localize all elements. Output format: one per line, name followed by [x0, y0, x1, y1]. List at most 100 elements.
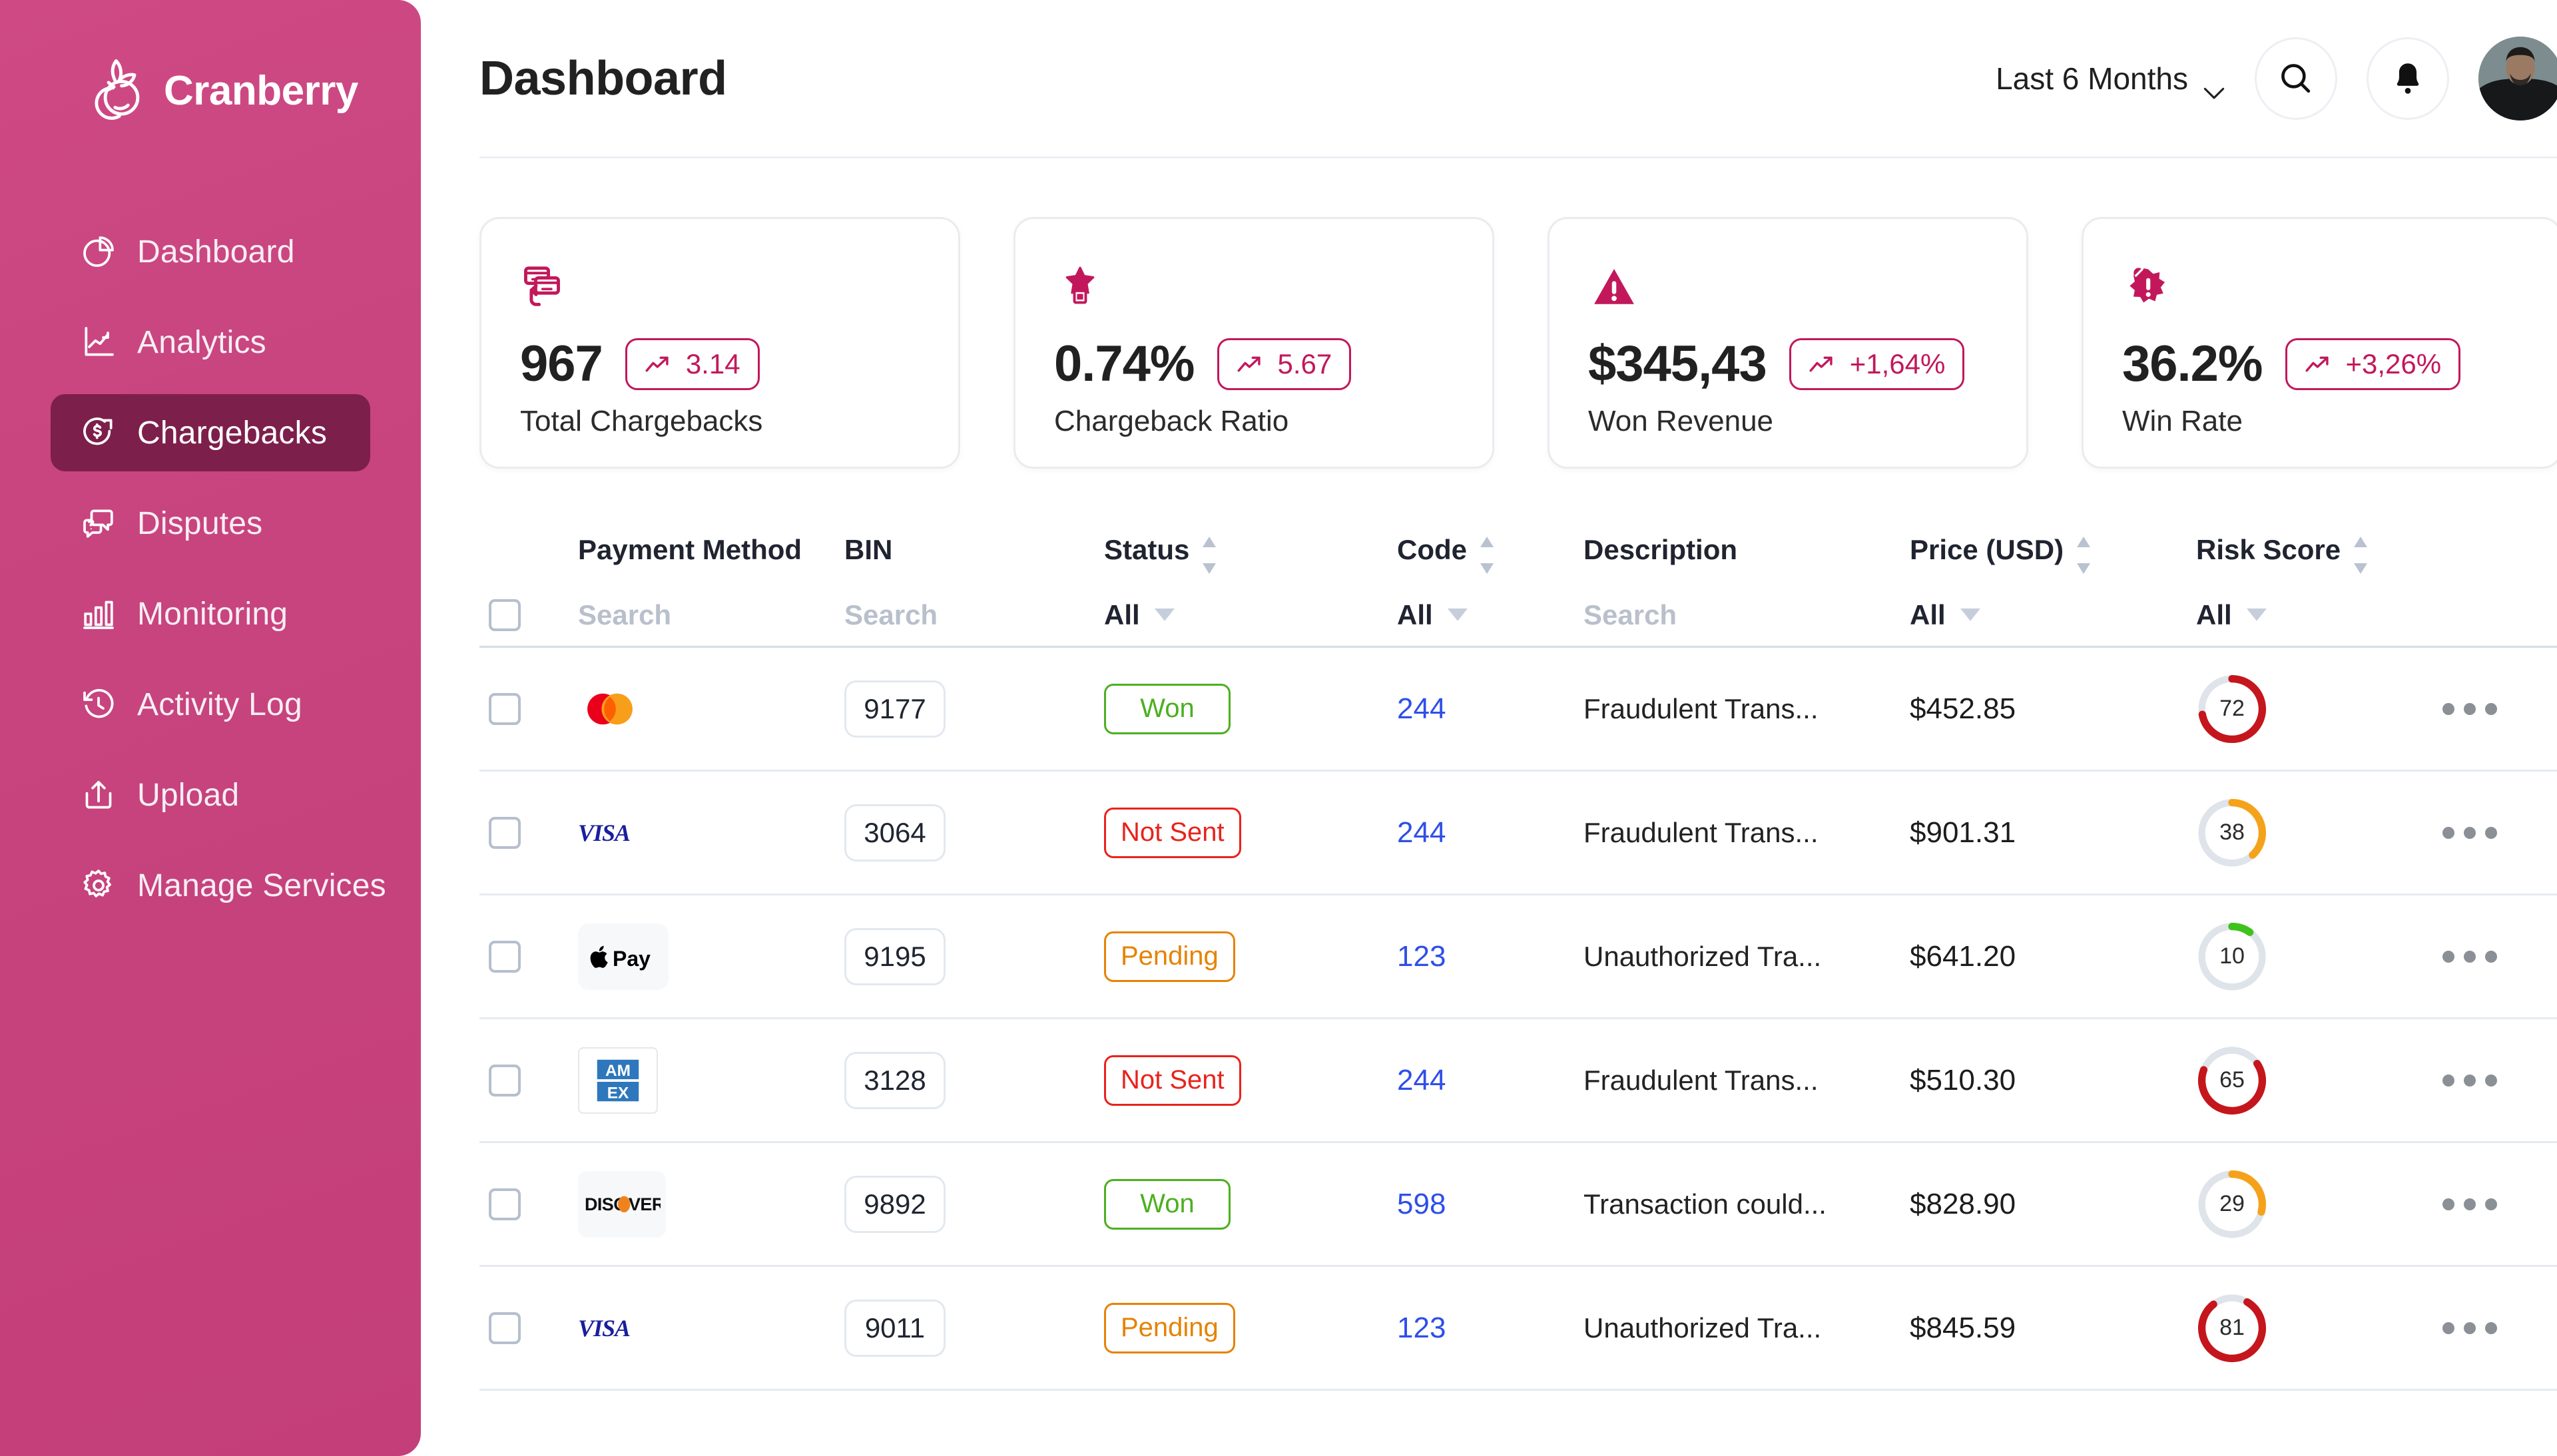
brand-logo[interactable]: Cranberry [0, 41, 421, 141]
bin-value: 9892 [844, 1176, 946, 1233]
sidebar-item-label: Dashboard [137, 234, 295, 270]
row-select-checkbox[interactable] [489, 693, 521, 725]
code-filter-value[interactable]: All [1397, 599, 1433, 631]
description-text: Unauthorized Tra... [1583, 1312, 1821, 1343]
sidebar-item-monitoring[interactable]: Monitoring [51, 575, 370, 652]
caret-down-icon[interactable] [1155, 608, 1175, 622]
sidebar-item-chargebacks[interactable]: Chargebacks [51, 394, 370, 471]
status-badge: Pending [1104, 1303, 1235, 1353]
caret-down-icon[interactable] [1960, 608, 1980, 622]
risk-score-gauge: 10 [2196, 921, 2268, 993]
description-text: Transaction could... [1583, 1188, 1827, 1220]
row-select-checkbox[interactable] [489, 941, 521, 973]
kpi-card-total-chargebacks: 967 3.14 Total Chargebacks [479, 217, 960, 469]
code-link[interactable]: 244 [1397, 816, 1446, 849]
table-row[interactable]: 9177 Won 244 Fraudulent Trans... $452.85… [479, 647, 2557, 771]
column-status: Status All [1104, 521, 1397, 646]
risk-filter-value[interactable]: All [2196, 599, 2232, 631]
sidebar-item-disputes[interactable]: Disputes [51, 485, 370, 562]
svg-text:VISA: VISA [578, 1315, 630, 1341]
column-label: Description [1583, 534, 1737, 566]
risk-score-value: 10 [2196, 921, 2268, 993]
more-horizontal-icon[interactable] [2442, 703, 2557, 715]
star-badge-icon [1054, 262, 1454, 326]
table-row[interactable]: AM EX 3128 Not Sent 244 Fraudulent Trans… [479, 1019, 2557, 1142]
payment-method-search-input[interactable]: Search [578, 599, 671, 631]
row-select-checkbox[interactable] [489, 1188, 521, 1220]
select-all-checkbox[interactable] [489, 599, 521, 631]
top-bar-actions: Last 6 Months [1996, 37, 2557, 121]
more-horizontal-icon[interactable] [2442, 1198, 2557, 1210]
caret-down-icon[interactable] [1448, 608, 1468, 622]
kpi-delta-badge: 3.14 [625, 338, 760, 390]
caret-down-icon[interactable] [2247, 608, 2267, 622]
table-row[interactable]: DISC VER 9892 Won 598 Transaction could.… [479, 1142, 2557, 1266]
sidebar-item-label: Chargebacks [137, 415, 327, 451]
burst-alert-icon [2122, 262, 2522, 326]
column-risk-score: Risk Score All [2196, 521, 2442, 646]
search-button[interactable] [2255, 37, 2337, 120]
code-link[interactable]: 244 [1397, 1064, 1446, 1096]
sort-toggle-icon[interactable] [1200, 535, 1219, 574]
code-link[interactable]: 123 [1397, 1312, 1446, 1344]
risk-score-value: 29 [2196, 1168, 2268, 1240]
bin-value: 9177 [844, 680, 946, 738]
line-chart-icon [80, 324, 117, 361]
top-bar: Dashboard Last 6 Months [479, 0, 2557, 158]
code-link[interactable]: 244 [1397, 692, 1446, 725]
sort-toggle-icon[interactable] [1478, 535, 1496, 574]
description-text: Fraudulent Trans... [1583, 817, 1819, 848]
bin-value: 9011 [844, 1300, 946, 1357]
sidebar-item-upload[interactable]: Upload [51, 756, 370, 834]
table-row[interactable]: VISA 9011 Pending 123 Unauthorized Tra..… [479, 1266, 2557, 1390]
table-row[interactable]: Pay 9195 Pending 123 Unauthorized Tra...… [479, 895, 2557, 1019]
risk-score-gauge: 72 [2196, 673, 2268, 745]
column-bin: BIN Search [844, 521, 1104, 646]
sidebar-item-label: Disputes [137, 505, 262, 542]
status-filter-value[interactable]: All [1104, 599, 1140, 631]
more-horizontal-icon[interactable] [2442, 951, 2557, 963]
trend-up-icon [2305, 353, 2333, 375]
kpi-delta-value: 5.67 [1278, 348, 1332, 380]
kpi-card-won-revenue: $345,43 +1,64% Won Revenue [1548, 217, 2028, 469]
row-select-checkbox[interactable] [489, 1312, 521, 1344]
price-filter-value[interactable]: All [1910, 599, 1946, 631]
more-horizontal-icon[interactable] [2442, 1075, 2557, 1087]
risk-score-gauge: 38 [2196, 797, 2268, 869]
svg-text:EX: EX [607, 1084, 629, 1102]
risk-score-gauge: 29 [2196, 1168, 2268, 1240]
price-value: $641.20 [1910, 940, 2016, 973]
price-value: $510.30 [1910, 1064, 2016, 1096]
code-link[interactable]: 598 [1397, 1188, 1446, 1220]
notifications-button[interactable] [2367, 37, 2449, 120]
apple-pay-logo-icon: Pay [578, 923, 669, 990]
more-horizontal-icon[interactable] [2442, 1322, 2557, 1334]
avatar[interactable] [2478, 37, 2557, 121]
column-label: Payment Method [578, 534, 802, 566]
row-select-checkbox[interactable] [489, 817, 521, 849]
description-search-input[interactable]: Search [1583, 599, 1677, 631]
sidebar-item-activity-log[interactable]: Activity Log [51, 666, 370, 743]
chargebacks-table: Payment Method Search BIN Search [479, 521, 2557, 1391]
pie-chart-icon [80, 233, 117, 270]
code-link[interactable]: 123 [1397, 940, 1446, 973]
status-badge: Won [1104, 684, 1231, 734]
sort-toggle-icon[interactable] [2351, 535, 2370, 574]
bin-search-input[interactable]: Search [844, 599, 938, 631]
column-payment-method: Payment Method Search [578, 521, 844, 646]
sidebar-item-manage-services[interactable]: Manage Services [51, 847, 370, 924]
user-avatar [2478, 37, 2557, 121]
table-row[interactable]: VISA 3064 Not Sent 244 Fraudulent Trans.… [479, 771, 2557, 895]
date-range-value: Last 6 Months [1996, 61, 2188, 97]
date-range-dropdown[interactable]: Last 6 Months [1996, 61, 2225, 97]
kpi-delta-badge: +1,64% [1789, 338, 1965, 390]
sidebar-item-analytics[interactable]: Analytics [51, 304, 370, 381]
sidebar-item-dashboard[interactable]: Dashboard [51, 213, 370, 290]
amex-logo-icon: AM EX [578, 1047, 658, 1114]
visa-logo-icon: VISA [578, 1315, 655, 1341]
chevron-down-icon [2203, 72, 2225, 85]
row-select-checkbox[interactable] [489, 1065, 521, 1096]
sort-toggle-icon[interactable] [2074, 535, 2093, 574]
cranberry-logo-icon [83, 57, 152, 126]
more-horizontal-icon[interactable] [2442, 827, 2557, 839]
